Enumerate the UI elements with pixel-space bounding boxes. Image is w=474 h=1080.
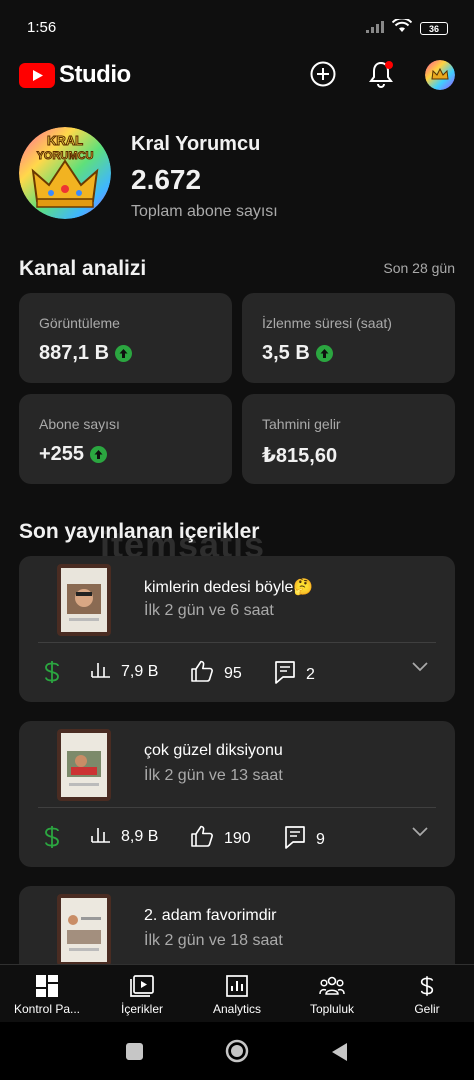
channel-avatar: KRAL YORUMCU: [19, 127, 111, 219]
back-button[interactable]: [330, 1042, 348, 1067]
video-thumbnail[interactable]: [57, 564, 111, 636]
views-count: 8,9 B: [121, 827, 159, 845]
subscriber-count: 2.672: [131, 164, 202, 195]
content-card[interactable]: kimlerin dedesi böyle🤔 İlk 2 gün ve 6 sa…: [19, 556, 455, 702]
nav-earn[interactable]: Gelir: [380, 965, 474, 1023]
video-thumbnail[interactable]: [57, 729, 111, 801]
content-period: İlk 2 gün ve 18 saat: [144, 932, 283, 949]
expand-chevron-icon[interactable]: [411, 825, 429, 837]
system-navigation-bar: [0, 1022, 474, 1080]
plus-circle-icon: [310, 61, 336, 87]
metric-value: 887,1 B: [39, 342, 110, 364]
nav-label: Gelir: [414, 1002, 440, 1016]
nav-dashboard[interactable]: Kontrol Pa...: [0, 965, 94, 1023]
nav-label: Kontrol Pa...: [13, 1002, 81, 1016]
content-period: İlk 2 gün ve 6 saat: [144, 602, 274, 619]
youtube-studio-logo: Studio: [19, 61, 131, 89]
metric-label: Görüntüleme: [39, 315, 120, 331]
nav-label: İçerikler: [120, 1002, 163, 1016]
nav-analytics[interactable]: Analytics: [190, 965, 284, 1023]
avatar-text-top: KRAL: [47, 133, 83, 148]
comments-count: 9: [316, 830, 325, 848]
content-stats: 8,9 B 190 9: [19, 819, 455, 853]
metric-label: Abone sayısı: [39, 416, 120, 432]
nav-label: Analytics: [212, 1002, 262, 1016]
signal-icon: [366, 20, 384, 38]
views-count: 7,9 B: [121, 662, 159, 680]
analytics-period[interactable]: Son 28 gün: [383, 260, 455, 276]
analytics-icon: [226, 974, 248, 998]
status-time: 1:56: [27, 19, 57, 36]
analytics-title: Kanal analizi: [19, 257, 147, 280]
comment-icon: [284, 825, 306, 854]
create-button[interactable]: [308, 59, 338, 89]
metric-value: +255: [39, 443, 85, 465]
divider: [38, 642, 436, 643]
metric-value: 3,5 B: [262, 342, 310, 364]
monetization-icon: [43, 825, 61, 849]
metric-label: Tahmini gelir: [262, 416, 341, 432]
metric-card-subscribers[interactable]: Abone sayısı +255: [19, 394, 232, 484]
channel-name: Kral Yorumcu: [131, 133, 261, 155]
metric-label: İzlenme süresi (saat): [262, 315, 392, 331]
bell-icon: [369, 61, 393, 88]
bottom-navigation: Kontrol Pa... İçerikler Analytics Toplul…: [0, 964, 474, 1023]
account-avatar[interactable]: [425, 60, 455, 90]
logo-text: Studio: [59, 61, 131, 88]
nav-community[interactable]: Topluluk: [285, 965, 379, 1023]
expand-chevron-icon[interactable]: [411, 660, 429, 672]
content-card[interactable]: çok güzel diksiyonu İlk 2 gün ve 13 saat…: [19, 721, 455, 867]
notifications-button[interactable]: [366, 59, 396, 89]
comment-icon: [274, 660, 296, 689]
monetization-icon: [43, 660, 61, 684]
trend-up-icon: [315, 345, 333, 362]
earn-icon: [419, 974, 435, 998]
trend-up-icon: [115, 345, 133, 362]
subscriber-label: Toplam abone sayısı: [131, 203, 278, 220]
wifi-icon: [391, 17, 413, 38]
like-icon: [190, 825, 214, 852]
content-period: İlk 2 gün ve 13 saat: [144, 767, 283, 784]
content-title: 2. adam favorimdir: [144, 907, 277, 924]
metric-card-watch-time[interactable]: İzlenme süresi (saat) 3,5 B: [242, 293, 455, 383]
community-icon: [319, 974, 345, 998]
nav-label: Topluluk: [309, 1002, 355, 1016]
likes-count: 95: [224, 664, 242, 682]
dashboard-icon: [36, 974, 58, 998]
content-title: çok güzel diksiyonu: [144, 742, 283, 759]
views-icon: [91, 825, 111, 848]
video-thumbnail[interactable]: [57, 894, 111, 966]
metric-card-views[interactable]: Görüntüleme 887,1 B: [19, 293, 232, 383]
status-icons: 36: [366, 17, 448, 38]
content-icon: [130, 974, 154, 998]
metric-card-revenue[interactable]: Tahmini gelir ₺815,60: [242, 394, 455, 484]
trend-up-icon: [90, 446, 108, 463]
divider: [38, 807, 436, 808]
recents-button[interactable]: [126, 1043, 143, 1065]
like-icon: [190, 660, 214, 687]
youtube-play-icon: [19, 62, 55, 88]
content-title: kimlerin dedesi böyle🤔: [144, 579, 314, 596]
content-stats: 7,9 B 95 2: [19, 654, 455, 688]
nav-content[interactable]: İçerikler: [95, 965, 189, 1023]
likes-count: 190: [224, 829, 251, 847]
metric-value: ₺815,60: [262, 445, 338, 467]
comments-count: 2: [306, 665, 315, 683]
views-icon: [91, 660, 111, 683]
home-button[interactable]: [225, 1039, 249, 1068]
battery-icon: 36: [420, 22, 448, 35]
